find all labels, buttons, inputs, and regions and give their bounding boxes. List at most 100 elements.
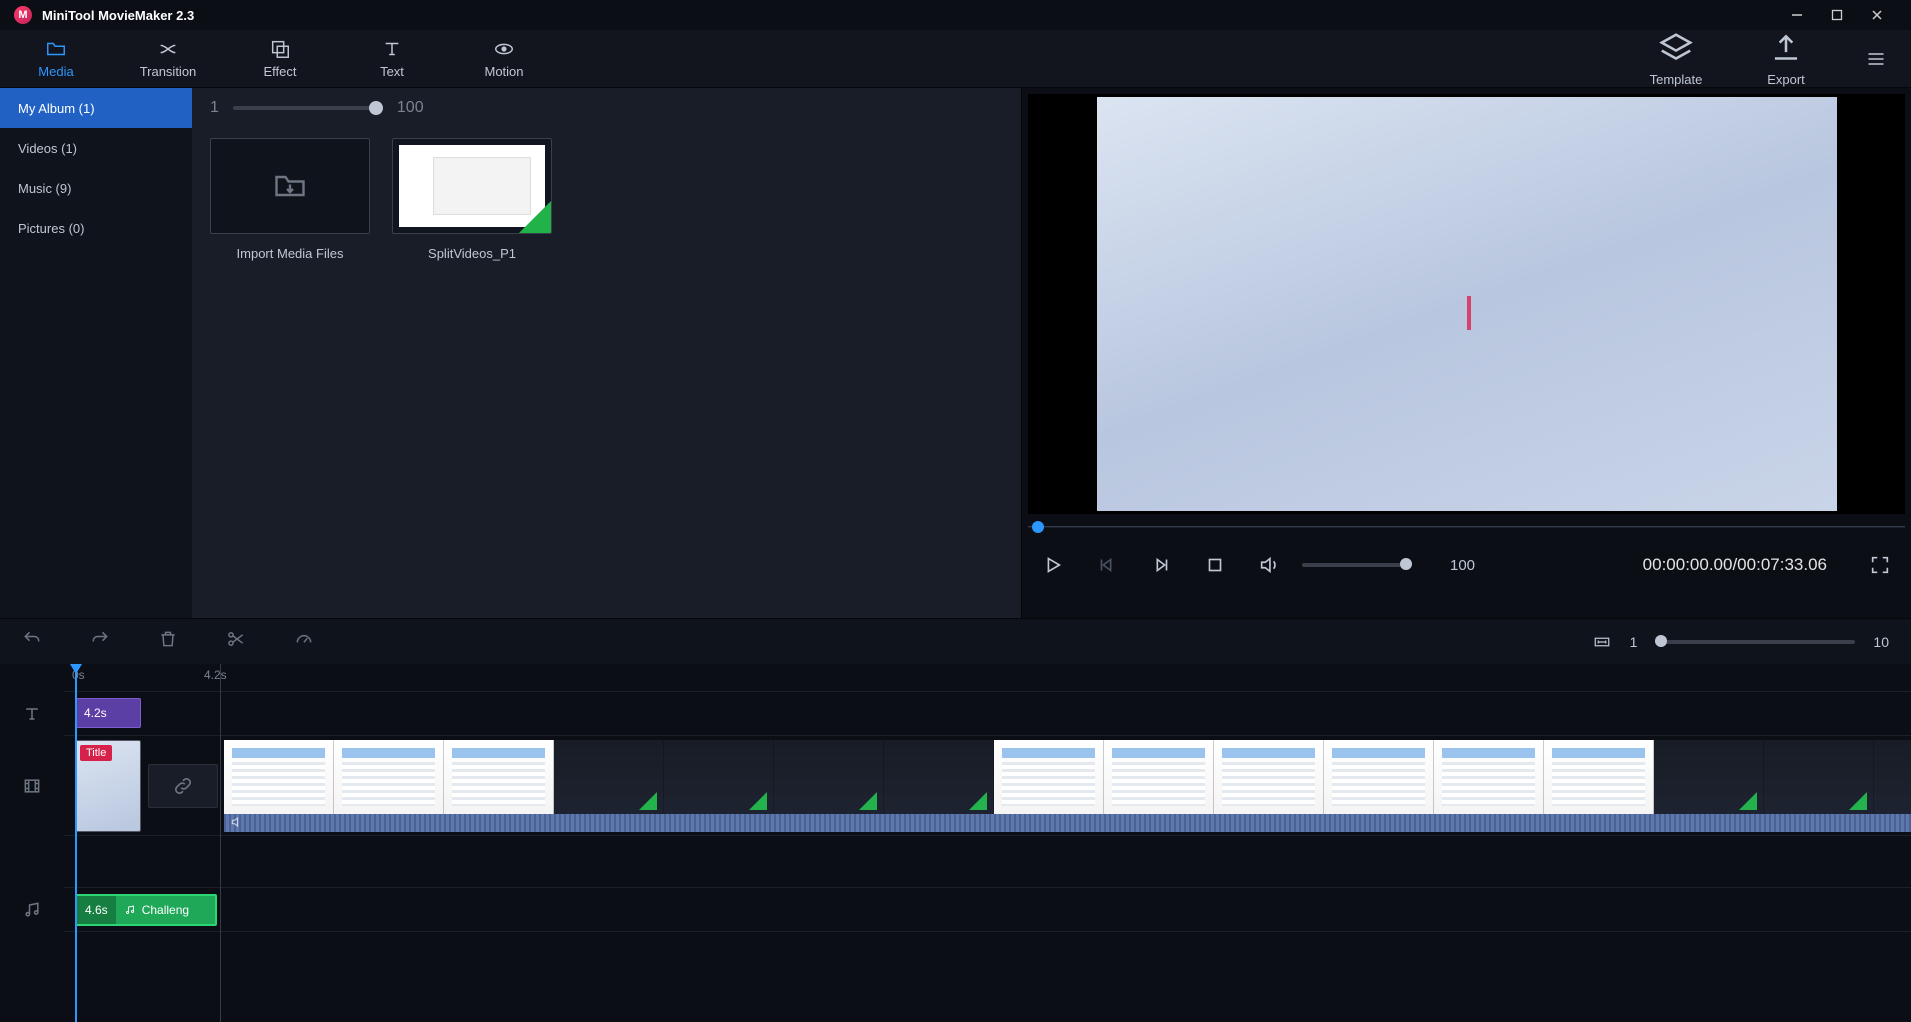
link-icon xyxy=(172,775,194,797)
media-item-label: SplitVideos_P1 xyxy=(428,246,516,261)
template-label: Template xyxy=(1650,72,1703,87)
import-media-label: Import Media Files xyxy=(237,246,344,261)
thumb-zoom-max: 100 xyxy=(397,99,424,117)
slider-knob[interactable] xyxy=(1400,558,1412,570)
ruler-tick: 4.2s xyxy=(204,668,227,682)
thumb-zoom-slider[interactable] xyxy=(233,106,383,110)
fit-icon xyxy=(1592,633,1612,651)
import-media-card[interactable]: Import Media Files xyxy=(210,138,370,261)
transition-slot[interactable] xyxy=(148,764,218,808)
split-button[interactable] xyxy=(226,629,246,654)
export-label: Export xyxy=(1767,72,1805,87)
play-button[interactable] xyxy=(1040,552,1066,578)
timeline: 0s 4.2s 4.2s Title 4.6s xyxy=(0,664,1911,1022)
video-track-header[interactable] xyxy=(0,736,64,836)
thumb-zoom-min: 1 xyxy=(210,99,219,117)
prev-frame-button[interactable] xyxy=(1094,552,1120,578)
stop-icon xyxy=(1204,554,1226,576)
text-icon xyxy=(22,704,42,724)
video-track[interactable]: Title xyxy=(64,736,1911,836)
redo-icon xyxy=(90,629,110,649)
tab-text-label: Text xyxy=(380,64,404,79)
media-sidebar: My Album (1) Videos (1) Music (9) Pictur… xyxy=(0,88,192,618)
video-audio-wave[interactable] xyxy=(224,814,1911,832)
timeline-zoom-slider[interactable] xyxy=(1655,640,1855,644)
volume-button[interactable] xyxy=(1256,552,1282,578)
title-bar: M MiniTool MovieMaker 2.3 xyxy=(0,0,1911,30)
tab-text[interactable]: Text xyxy=(336,30,448,87)
music-clip[interactable]: 4.6s Challeng xyxy=(75,894,217,926)
sidebar-item-label: Pictures (0) xyxy=(18,221,84,236)
volume-slider[interactable] xyxy=(1302,563,1412,567)
preview-controls: 100 00:00:00.00/00:07:33.06 xyxy=(1022,534,1911,596)
volume-icon xyxy=(1258,554,1280,576)
title-clip-duration: 4.2s xyxy=(84,706,107,720)
maximize-button[interactable] xyxy=(1817,0,1857,30)
sidebar-item-my-album[interactable]: My Album (1) xyxy=(0,88,192,128)
tab-media[interactable]: Media xyxy=(0,30,112,87)
tab-transition[interactable]: Transition xyxy=(112,30,224,87)
media-header: 1 100 xyxy=(192,88,1021,128)
sidebar-item-label: Videos (1) xyxy=(18,141,77,156)
volume-value: 100 xyxy=(1450,557,1475,574)
music-track-header[interactable] xyxy=(0,888,64,932)
preview-viewport[interactable] xyxy=(1028,94,1905,514)
timeline-zoom-group: 1 10 xyxy=(1592,633,1889,651)
delete-button[interactable] xyxy=(158,629,178,654)
time-ruler[interactable]: 0s 4.2s xyxy=(64,664,1911,692)
export-button[interactable]: Export xyxy=(1731,30,1841,87)
next-frame-button[interactable] xyxy=(1148,552,1174,578)
fullscreen-icon xyxy=(1869,554,1891,576)
music-clip-name: Challeng xyxy=(116,903,215,917)
tab-effect[interactable]: Effect xyxy=(224,30,336,87)
clip-volume-icon xyxy=(230,815,244,834)
folder-download-icon xyxy=(272,168,308,204)
slider-knob[interactable] xyxy=(369,101,383,115)
stop-button[interactable] xyxy=(1202,552,1228,578)
minimize-button[interactable] xyxy=(1777,0,1817,30)
motion-icon xyxy=(493,38,515,60)
play-icon xyxy=(1042,554,1064,576)
speed-button[interactable] xyxy=(294,629,314,654)
hamburger-menu-button[interactable] xyxy=(1841,30,1911,87)
sidebar-item-videos[interactable]: Videos (1) xyxy=(0,128,192,168)
music-track[interactable]: 4.6s Challeng xyxy=(64,888,1911,932)
title-clip[interactable]: 4.2s xyxy=(75,698,141,728)
spacer-track xyxy=(64,836,1911,888)
next-frame-icon xyxy=(1150,554,1172,576)
timeline-body[interactable]: 0s 4.2s 4.2s Title 4.6s xyxy=(64,664,1911,1022)
preview-scrubber[interactable] xyxy=(1028,520,1905,534)
media-item-splitvideos[interactable]: SplitVideos_P1 xyxy=(392,138,552,261)
ruler-header xyxy=(0,664,64,692)
close-button[interactable] xyxy=(1857,0,1897,30)
sidebar-item-label: My Album (1) xyxy=(18,101,95,116)
intro-clip[interactable]: Title xyxy=(75,740,141,832)
trash-icon xyxy=(158,629,178,649)
cursor-line xyxy=(220,664,221,1022)
prev-frame-icon xyxy=(1096,554,1118,576)
title-track[interactable]: 4.2s xyxy=(64,692,1911,736)
playhead[interactable] xyxy=(75,664,77,1022)
gauge-icon xyxy=(294,629,314,649)
text-track-header[interactable] xyxy=(0,692,64,736)
undo-button[interactable] xyxy=(22,629,42,654)
scrubber-knob[interactable] xyxy=(1032,521,1044,533)
music-icon xyxy=(22,900,42,920)
sidebar-item-music[interactable]: Music (9) xyxy=(0,168,192,208)
media-item-thumb[interactable] xyxy=(392,138,552,234)
sidebar-item-pictures[interactable]: Pictures (0) xyxy=(0,208,192,248)
import-media-thumb[interactable] xyxy=(210,138,370,234)
text-icon xyxy=(381,38,403,60)
fullscreen-button[interactable] xyxy=(1867,552,1893,578)
tab-media-label: Media xyxy=(38,64,73,79)
redo-button[interactable] xyxy=(90,629,110,654)
template-button[interactable]: Template xyxy=(1621,30,1731,87)
video-clip[interactable] xyxy=(224,740,1911,814)
export-icon xyxy=(1767,30,1805,68)
tab-motion[interactable]: Motion xyxy=(448,30,560,87)
music-note-icon xyxy=(124,904,136,916)
media-area: 1 100 Import Media Files SplitVideos_P1 xyxy=(192,88,1021,618)
slider-knob[interactable] xyxy=(1655,635,1667,647)
undo-icon xyxy=(22,629,42,649)
preview-panel: 100 00:00:00.00/00:07:33.06 xyxy=(1021,88,1911,618)
